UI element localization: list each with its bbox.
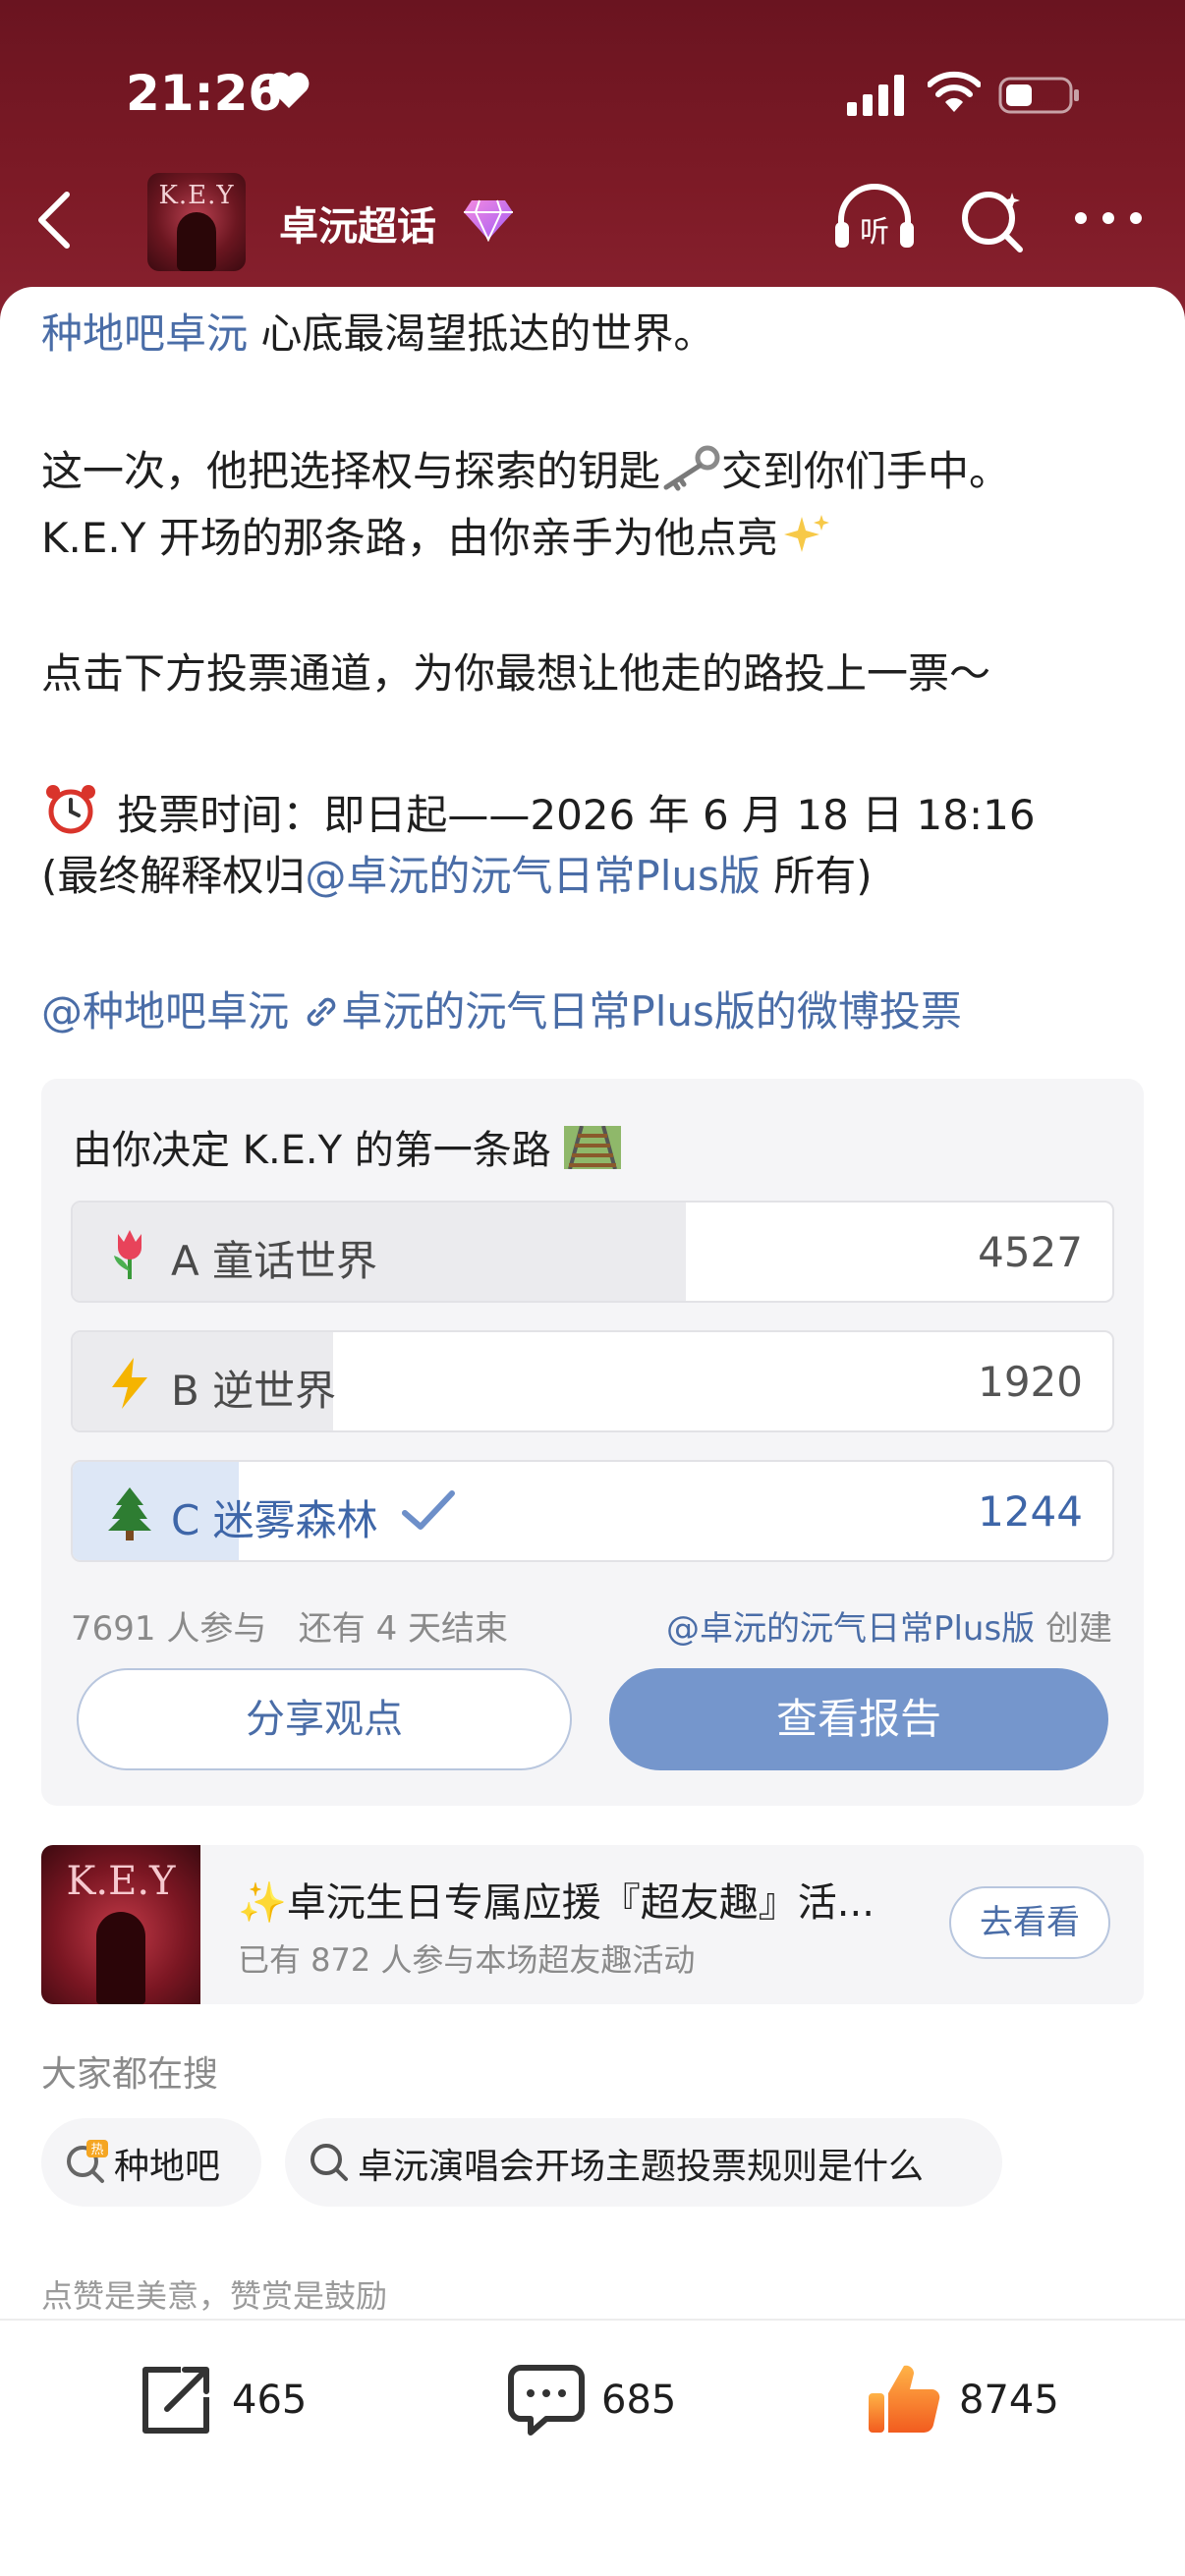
- poll-option-c[interactable]: C 迷雾森林 1244: [71, 1460, 1114, 1562]
- post-text: K.E.Y 开场的那条路，由你亲手为他点亮: [41, 514, 778, 562]
- activity-thumbnail: K.E.Y: [41, 1845, 200, 2004]
- header: 21:26 K.E.Y 卓沅超话 听: [0, 0, 1185, 334]
- railway-track-icon: [563, 1126, 621, 1169]
- poll-option-label: B 逆世界: [171, 1367, 337, 1415]
- svg-text:听: 听: [860, 215, 889, 250]
- activity-thumb-text: K.E.Y: [66, 1859, 176, 1904]
- divider: [0, 2319, 1185, 2321]
- search-section-label: 大家都在搜: [41, 2054, 219, 2095]
- more-icon[interactable]: [1071, 206, 1146, 230]
- share-opinion-button[interactable]: 分享观点: [77, 1668, 572, 1770]
- poll-option-count: 4527: [978, 1228, 1083, 1276]
- poll-option-label: A 童话世界: [171, 1237, 378, 1285]
- poll-card: 由你决定 K.E.Y 的第一条路 A 童话世界 4527 B 逆世界 1920 …: [41, 1079, 1144, 1806]
- post-line-7: @种地吧卓沅 卓沅的沅气日常Plus版的微博投票: [41, 986, 962, 1037]
- poll-option-count: 1244: [978, 1487, 1083, 1536]
- like-count: 8745: [959, 2378, 1059, 2423]
- post-text: 心底最渴望抵达的世界。: [248, 309, 715, 358]
- avatar-logo-text: K.E.Y: [158, 181, 235, 210]
- post-line-4: 点击下方投票通道，为你最想让他走的路投上一票～: [41, 649, 991, 698]
- thumbs-up-icon: [869, 2365, 940, 2434]
- poll-creator: @卓沅的沅气日常Plus版 创建: [666, 1601, 1112, 1650]
- hot-search-icon: 热: [67, 2140, 108, 2183]
- poll-option-b[interactable]: B 逆世界 1920: [71, 1330, 1114, 1432]
- back-icon[interactable]: [29, 189, 79, 252]
- poll-participants: 7691 人参与: [71, 1609, 267, 1649]
- poll-option-count: 1920: [978, 1358, 1083, 1406]
- vote-link[interactable]: 卓沅的沅气日常Plus版的微博投票: [341, 987, 962, 1036]
- poll-option-a[interactable]: A 童话世界 4527: [71, 1201, 1114, 1303]
- signal-icon: [847, 75, 904, 116]
- post-line-6: (最终解释权归@卓沅的沅气日常Plus版 所有): [41, 851, 873, 902]
- view-report-button[interactable]: 查看报告: [609, 1668, 1108, 1770]
- heart-icon: [268, 72, 310, 108]
- post-text: 投票时间：即日起——2026 年 6 月 18 日 18:16: [117, 791, 1036, 839]
- poll-creator-link[interactable]: @卓沅的沅气日常Plus版: [666, 1609, 1035, 1649]
- creator-mention-link[interactable]: @卓沅的沅气日常Plus版: [305, 852, 761, 900]
- search-chip-text: 卓沅演唱会开场主题投票规则是什么: [358, 2147, 925, 2187]
- post-content: 种地吧卓沅 心底最渴望抵达的世界。 这一次，他把选择权与探索的钥匙 交到你们手中。…: [0, 287, 1185, 2576]
- wifi-icon: [928, 71, 981, 112]
- poll-meta: 7691 人参与 还有 4 天结束: [71, 1601, 508, 1650]
- activity-thumb-figure: [96, 1912, 145, 2004]
- post-text: 这一次，他把选择权与探索的钥匙: [41, 447, 661, 495]
- search-chip[interactable]: 热 种地吧: [41, 2118, 261, 2207]
- key-icon: [663, 445, 720, 491]
- share-icon: [142, 2367, 209, 2434]
- post-line-2: 这一次，他把选择权与探索的钥匙 交到你们手中。: [41, 444, 1010, 497]
- post-text: 所有): [760, 852, 873, 900]
- search-icon[interactable]: [959, 187, 1026, 253]
- post-line-1: 种地吧卓沅 心底最渴望抵达的世界。: [41, 308, 714, 360]
- post-line-5: 投票时间：即日起——2026 年 6 月 18 日 18:16: [41, 784, 1036, 841]
- footer-note: 点赞是美意，赞赏是鼓励: [41, 2277, 388, 2315]
- avatar-figure: [177, 212, 216, 271]
- sparkles-icon: [783, 515, 829, 552]
- link-icon: [308, 997, 336, 1027]
- tree-icon: [108, 1487, 151, 1540]
- poll-title: 由你决定 K.E.Y 的第一条路: [73, 1118, 621, 1175]
- poll-title-text: 由你决定 K.E.Y 的第一条路: [73, 1128, 551, 1173]
- activity-card[interactable]: K.E.Y ✨卓沅生日专属应援『超友趣』活... 已有 872 人参与本场超友趣…: [41, 1845, 1144, 2004]
- poll-remaining: 还有 4 天结束: [298, 1609, 509, 1649]
- poll-option-label: C 迷雾森林: [171, 1496, 378, 1544]
- diamond-icon: [464, 199, 513, 242]
- check-icon: [402, 1490, 455, 1530]
- mention-link[interactable]: 种地吧卓沅: [41, 309, 248, 358]
- post-text: (最终解释权归: [41, 852, 306, 900]
- lightning-icon: [112, 1358, 147, 1409]
- status-time: 21:26: [126, 65, 283, 122]
- battery-icon: [998, 77, 1079, 114]
- share-count: 465: [232, 2378, 308, 2423]
- svg-text:热: 热: [90, 2143, 103, 2157]
- post-line-3: K.E.Y 开场的那条路，由你亲手为他点亮: [41, 511, 833, 564]
- tulip-icon: [114, 1230, 141, 1279]
- mention-link[interactable]: @种地吧卓沅: [41, 987, 289, 1036]
- comment-count: 685: [601, 2378, 677, 2423]
- search-chip[interactable]: 卓沅演唱会开场主题投票规则是什么: [285, 2118, 1002, 2207]
- comment-icon: [508, 2365, 585, 2436]
- activity-title: ✨卓沅生日专属应援『超友趣』活...: [238, 1880, 875, 1926]
- go-see-button[interactable]: 去看看: [949, 1886, 1110, 1959]
- page-title[interactable]: 卓沅超话: [279, 195, 436, 252]
- search-chip-text: 种地吧: [114, 2147, 221, 2187]
- poll-option-fill: [73, 1203, 687, 1301]
- search-icon: [310, 2144, 348, 2181]
- poll-creator-suffix: 创建: [1035, 1609, 1112, 1649]
- activity-subtitle: 已有 872 人参与本场超友趣活动: [238, 1941, 696, 1979]
- listen-icon[interactable]: 听: [831, 183, 918, 253]
- avatar[interactable]: K.E.Y: [147, 173, 246, 271]
- alarm-clock-icon: [46, 785, 95, 834]
- post-text: 交到你们手中。: [721, 447, 1011, 495]
